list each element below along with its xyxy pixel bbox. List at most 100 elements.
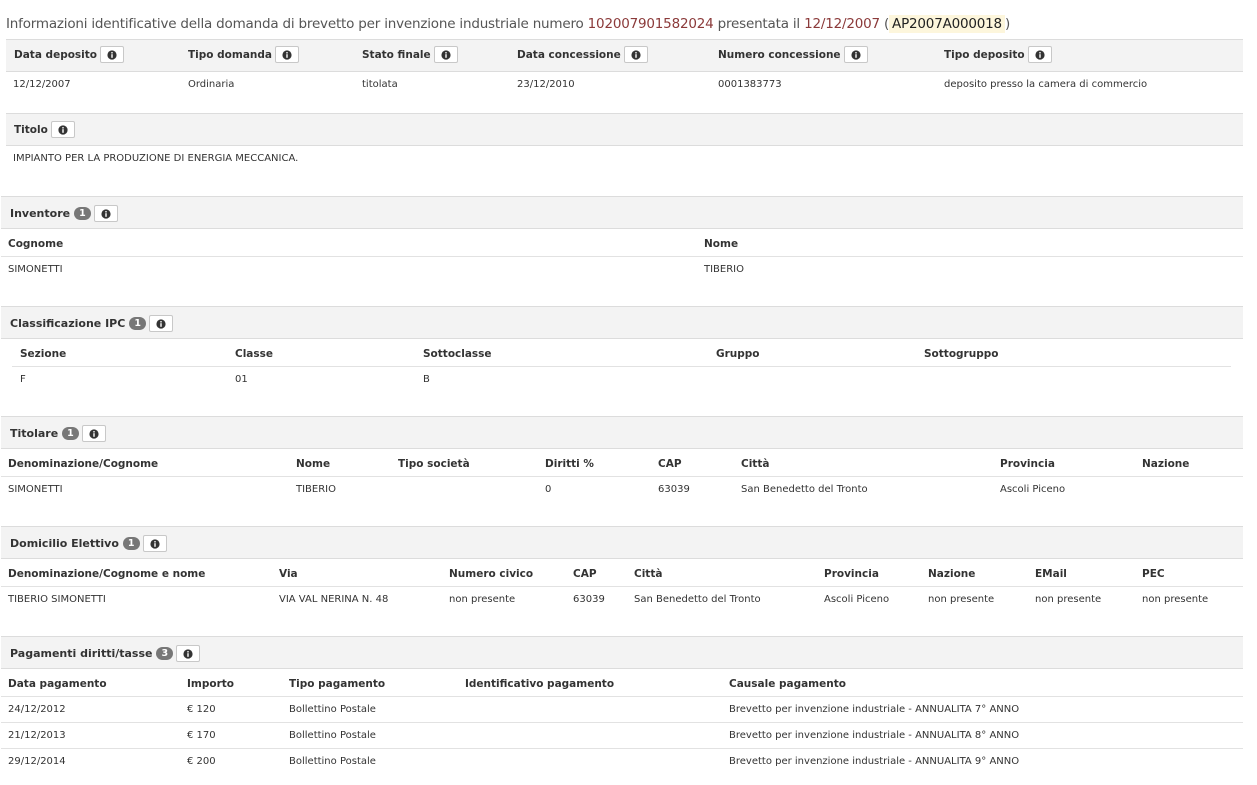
pagamento-causale: Brevetto per invenzione industriale - AN… [729,730,1020,741]
col-classe: Classe [235,348,274,360]
col-tipo-pagamento: Tipo pagamento [289,678,386,690]
domicilio-pec: non presente [1142,594,1209,605]
titolare-count-badge: 1 [62,427,79,440]
info-icon[interactable] [148,315,173,332]
col-provincia: Provincia [824,568,879,580]
presented-date: 12/12/2007 [804,16,880,32]
pagamenti-title: Pagamenti diritti/tasse 3 [10,645,201,662]
pagamento-tipo: Bollettino Postale [289,756,376,767]
title-prefix: Informazioni identificative della domand… [6,16,584,32]
ipc-count-badge: 1 [129,317,146,330]
info-icon[interactable] [81,425,106,442]
col-data-pagamento: Data pagamento [8,678,107,690]
col-sottogruppo: Sottogruppo [924,348,999,360]
domicilio-provincia: Ascoli Piceno [824,594,890,605]
domicilio-nazione: non presente [928,594,995,605]
row-divider [1,476,1243,477]
pagamento-tipo: Bollettino Postale [289,730,376,741]
domicilio-citta: San Benedetto del Tronto [634,594,761,605]
col-citta: Città [741,458,770,470]
row-divider [1,722,1243,723]
col-importo: Importo [187,678,234,690]
pagamento-data: 21/12/2013 [8,730,66,741]
header-data-concessione: Data concessione [517,46,648,63]
col-numero-civico: Numero civico [449,568,534,580]
titolare-section-bar: Titolare 1 [1,416,1243,449]
ipc-classe: 01 [235,374,248,385]
inventore-nome: TIBERIO [704,264,745,275]
row-divider [1,586,1243,587]
info-icon[interactable] [142,535,167,552]
titolare-cap: 63039 [658,484,690,495]
titolare-provincia: Ascoli Piceno [1000,484,1066,495]
col-diritti: Diritti % [545,458,594,470]
col-nome: Nome [296,458,331,470]
titolare-diritti: 0 [545,484,552,495]
ipc-sezione: F [20,374,26,385]
pagamento-tipo: Bollettino Postale [289,704,376,715]
col-causale-pagamento: Causale pagamento [729,678,846,690]
col-nazione: Nazione [928,568,976,580]
domicilio-via: VIA VAL NERINA N. 48 [279,594,389,605]
row-divider [12,366,1231,367]
domicilio-title: Domicilio Elettivo 1 [10,535,167,552]
info-icon[interactable] [176,645,201,662]
titolo-value: IMPIANTO PER LA PRODUZIONE DI ENERGIA ME… [13,153,299,164]
header-tipo-deposito: Tipo deposito [944,46,1052,63]
col-sezione: Sezione [20,348,67,360]
col-gruppo: Gruppo [716,348,760,360]
info-icon[interactable] [274,46,299,63]
value-data-deposito: 12/12/2007 [13,79,71,90]
close-paren: ) [1004,16,1011,32]
titolare-cognome: SIMONETTI [8,484,63,495]
value-stato-finale: titolata [362,79,398,90]
col-provincia: Provincia [1000,458,1055,470]
col-citta: Città [634,568,663,580]
domicilio-nome: TIBERIO SIMONETTI [8,594,106,605]
application-code: AP2007A000018 [889,15,1005,33]
col-identificativo-pagamento: Identificativo pagamento [465,678,615,690]
pagamenti-count-badge: 3 [156,647,174,660]
inventore-count-badge: 1 [74,207,91,220]
col-pec: PEC [1142,568,1165,580]
col-cap: CAP [573,568,597,580]
info-icon[interactable] [93,205,118,222]
col-denominazione: Denominazione/Cognome [8,458,159,470]
col-email: EMail [1035,568,1067,580]
value-data-concessione: 23/12/2010 [517,79,575,90]
info-icon[interactable] [843,46,868,63]
col-cap: CAP [658,458,682,470]
col-sottoclasse: Sottoclasse [423,348,492,360]
info-icon[interactable] [100,46,125,63]
inventore-section-bar: Inventore 1 [1,196,1243,229]
col-cognome: Cognome [8,238,64,250]
pagamenti-section-bar: Pagamenti diritti/tasse 3 [1,636,1243,669]
pagamento-data: 24/12/2012 [8,704,66,715]
value-tipo-deposito: deposito presso la camera di commercio [944,79,1148,90]
row-divider [1,696,1243,697]
info-icon[interactable] [623,46,648,63]
header-numero-concessione: Numero concessione [718,46,868,63]
info-icon[interactable] [1027,46,1052,63]
value-numero-concessione: 0001383773 [718,79,782,90]
domicilio-email: non presente [1035,594,1102,605]
col-denominazione-nome: Denominazione/Cognome e nome [8,568,206,580]
header-tipo-domanda: Tipo domanda [188,46,299,63]
inventore-cognome: SIMONETTI [8,264,63,275]
pagamento-data: 29/12/2014 [8,756,66,767]
col-via: Via [279,568,298,580]
ipc-section-bar: Classificazione IPC 1 [1,306,1243,339]
pagamento-causale: Brevetto per invenzione industriale - AN… [729,704,1020,715]
info-icon[interactable] [50,121,75,138]
info-icon[interactable] [433,46,458,63]
row-divider [1,748,1243,749]
header-stato-finale: Stato finale [362,46,458,63]
row-divider [1,256,1243,257]
pagamento-importo: € 170 [187,730,216,741]
value-tipo-domanda: Ordinaria [188,79,235,90]
ipc-sottoclasse: B [423,374,430,385]
domicilio-numero-civico: non presente [449,594,516,605]
application-number: 102007901582024 [587,16,714,32]
titolare-nome: TIBERIO [296,484,337,495]
presented-label: presentata il [717,16,801,32]
